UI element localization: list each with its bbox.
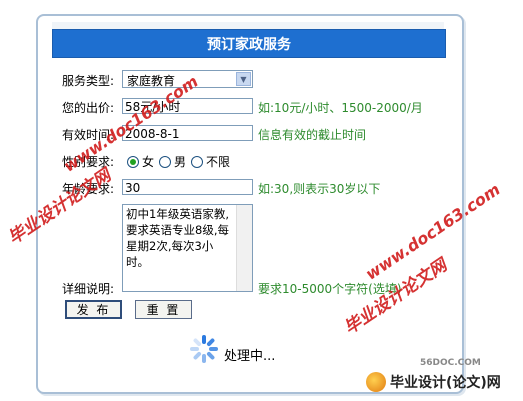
chevron-down-icon[interactable]: ▼ xyxy=(236,72,251,86)
spinner-icon xyxy=(190,334,218,363)
detail-textarea[interactable]: 初中1年级英语家教,要求英语专业8级,每星期2次,每次3小时。 xyxy=(122,204,253,292)
gender-option-any[interactable]: 不限 xyxy=(191,153,230,170)
gender-option-label: 女 xyxy=(142,155,155,169)
detail-label: 详细说明: xyxy=(62,282,115,296)
gender-option-label: 不限 xyxy=(206,155,231,169)
gender-option-label: 男 xyxy=(174,155,187,169)
age-input[interactable]: 30 xyxy=(122,179,253,195)
radio-unchecked-icon[interactable] xyxy=(191,155,203,168)
logo-icon xyxy=(366,372,386,392)
loading-text: 处理中... xyxy=(224,349,276,364)
price-label: 您的出价: xyxy=(62,101,115,115)
radio-unchecked-icon[interactable] xyxy=(159,155,171,168)
gender-option-male[interactable]: 男 xyxy=(159,153,186,170)
price-hint: 如:10元/小时、1500-2000/月 xyxy=(258,101,423,115)
detail-text: 初中1年级英语家教,要求英语专业8级,每星期2次,每次3小时。 xyxy=(126,207,229,269)
reset-button[interactable]: 重 置 xyxy=(135,300,192,319)
textarea-scrollbar[interactable] xyxy=(236,205,252,291)
watermark-badge: 56DOC.COM xyxy=(420,358,481,368)
watermark-logo: 毕业设计(论文)网 xyxy=(366,372,501,392)
radio-checked-icon[interactable] xyxy=(127,155,139,168)
form-title: 预订家政服务 xyxy=(52,29,446,58)
valid-time-hint: 信息有效的截止时间 xyxy=(258,128,367,142)
submit-button[interactable]: 发 布 xyxy=(65,300,122,319)
loading-indicator: 处理中... xyxy=(190,333,275,364)
service-type-label: 服务类型: xyxy=(62,74,115,88)
age-hint: 如:30,则表示30岁以下 xyxy=(258,182,381,196)
gender-option-female[interactable]: 女 xyxy=(127,153,154,170)
logo-text: 毕业设计(论文)网 xyxy=(390,375,501,391)
